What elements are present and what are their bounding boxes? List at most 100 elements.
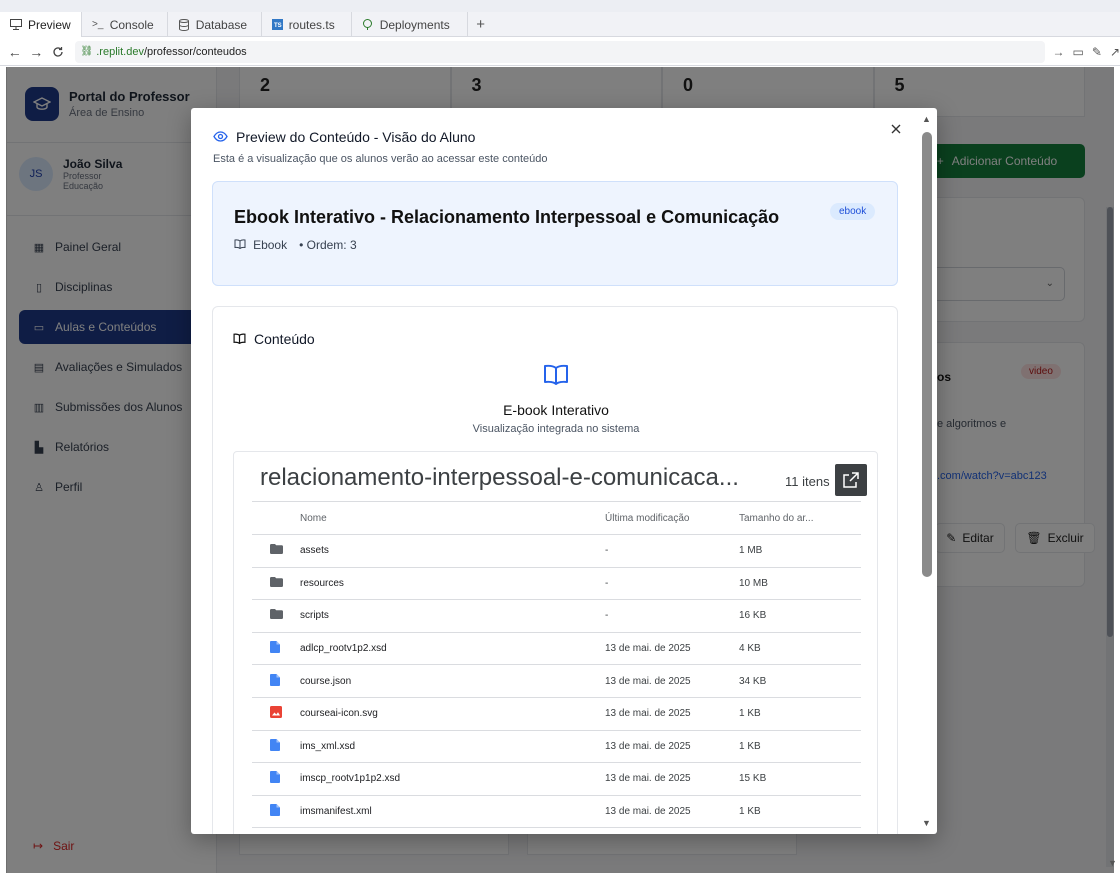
book-open-icon [233,331,246,347]
table-row[interactable]: adlcp_rootv1p2.xsd 13 de mai. de 2025 4 KB [252,632,861,666]
file-size: 15 KB [739,762,861,796]
wrench-icon[interactable]: ✎ [1092,45,1102,59]
deploy-icon [362,19,374,31]
table-row[interactable]: courseai-icon.svg 13 de mai. de 2025 1 KB [252,697,861,731]
tab-label: Database [195,17,248,32]
close-icon [891,124,901,134]
tab-database[interactable]: Database [168,12,262,37]
file-name[interactable]: imsmanifest.xml [300,795,605,829]
folder-icon [270,544,283,557]
file-table: Nome Última modificação Tamanho do ar...… [252,501,861,829]
content-type-badge: ebook [830,203,876,220]
icon-column-header [252,501,300,535]
tab-routes-ts[interactable]: TS routes.ts [262,12,352,37]
scrollbar-thumb[interactable] [922,132,932,577]
content-title: Ebook Interativo - Relacionamento Interp… [234,207,780,227]
folder-icon [270,576,283,590]
tab-label: routes.ts [288,17,335,32]
file-size: 1 MB [739,534,861,568]
modal-scrollbar[interactable]: ▲ ▼ [919,112,935,832]
content-header: Ebook Interativo - Relacionamento Interp… [212,181,898,286]
file-icon-cell [252,632,300,666]
terminal-icon: >_ [91,19,104,30]
typescript-icon: TS [271,19,283,30]
file-size: 1 KB [739,795,861,829]
window-top-strip [0,0,1120,12]
column-header-modified[interactable]: Última modificação [605,501,739,535]
table-row[interactable]: ims_xml.xsd 13 de mai. de 2025 1 KB [252,730,861,764]
link-icon: ⛓ [80,46,94,57]
table-row[interactable]: resources -10 MB [252,567,861,601]
modal-title-text: Preview do Conteúdo - Visão do Aluno [236,129,476,145]
modal-title: Preview do Conteúdo - Visão do Aluno [213,129,475,145]
file-size: 34 KB [739,664,861,698]
table-row[interactable]: scripts -16 KB [252,599,861,633]
file-icon-cell [252,664,300,698]
table-row[interactable]: course.json 13 de mai. de 2025 34 KB [252,664,861,698]
url-path: /professor/conteudos [143,45,247,58]
file-icon-cell [252,697,300,731]
file-name[interactable]: courseai-icon.svg [300,697,605,731]
url-field[interactable]: ⛓ .replit.dev /professor/conteudos [74,40,1045,63]
reload-button[interactable] [47,40,69,64]
file-name[interactable]: imscp_rootv1p1p2.xsd [300,762,605,796]
preview-modal: Preview do Conteúdo - Visão do Aluno Est… [191,108,937,834]
file-icon-cell [252,795,300,829]
section-title-text: Conteúdo [254,331,315,347]
file-icon-cell [252,567,300,601]
document-icon [270,641,280,656]
column-header-size[interactable]: Tamanho do ar... [739,501,861,535]
table-row[interactable]: assets -1 MB [252,534,861,568]
book-open-icon [234,239,249,252]
content-order: • Ordem: 3 [299,238,357,252]
file-name[interactable]: scripts [300,599,605,633]
scroll-down-icon[interactable]: ▼ [922,818,931,828]
close-button[interactable] [887,120,905,138]
ebook-subtitle: Visualização integrada no sistema [472,423,640,435]
file-name[interactable]: adlcp_rootv1p2.xsd [300,632,605,666]
column-header-name[interactable]: Nome [300,501,605,535]
devices-icon[interactable]: ▭ [1073,45,1084,59]
file-name[interactable]: ims_xml.xsd [300,730,605,764]
file-modified: 13 de mai. de 2025 [605,762,739,796]
ebook-icon [543,364,569,388]
external-link-icon[interactable]: ↗ [1110,45,1120,59]
modal-subtitle: Esta é a visualização que os alunos verã… [213,153,548,165]
folder-icon [270,609,283,622]
forward-button[interactable]: → [26,40,48,64]
file-name[interactable]: assets [300,534,605,568]
url-domain: .replit.dev [96,45,144,58]
document-icon [270,738,280,754]
file-modified: 13 de mai. de 2025 [605,697,739,731]
address-bar: ← → ⛓ .replit.dev /professor/conteudos →… [0,38,1120,66]
monitor-icon [10,19,22,31]
external-link-icon [843,472,859,488]
scroll-down-icon[interactable]: ▼ [1108,858,1117,868]
table-row[interactable]: imscp_rootv1p1p2.xsd 13 de mai. de 2025 15… [252,762,861,796]
image-file-icon [270,706,282,721]
ebook-title: E-book Interativo [503,402,609,418]
file-size: 10 MB [739,567,861,601]
content-type-label: Ebook [253,238,288,252]
embedded-drive-viewer: relacionamento-interpessoal-e-comunicaca… [233,451,878,834]
open-external-button[interactable] [835,464,867,496]
table-row[interactable]: imsmanifest.xml 13 de mai. de 2025 1 KB [252,795,861,829]
tab-console[interactable]: >_ Console [82,12,168,37]
tab-deployments[interactable]: Deployments [352,12,468,37]
browser-tab-bar: Preview >_ Console Database TS routes.ts… [0,12,1120,37]
file-size: 1 KB [739,697,861,731]
go-arrow-icon[interactable]: → [1053,45,1065,59]
file-modified: 13 de mai. de 2025 [605,632,739,666]
file-icon-cell [252,534,300,568]
file-name[interactable]: course.json [300,664,605,698]
file-name[interactable]: resources [300,567,605,601]
file-size: 16 KB [739,599,861,633]
table-header-row: Nome Última modificação Tamanho do ar... [252,501,861,535]
file-icon-cell [252,730,300,764]
tab-preview[interactable]: Preview [0,12,82,37]
file-modified: - [605,534,739,568]
new-tab-button[interactable]: + [468,12,494,37]
scroll-up-icon[interactable]: ▲ [922,114,931,124]
file-size: 1 KB [739,730,861,764]
back-button[interactable]: ← [4,40,26,64]
